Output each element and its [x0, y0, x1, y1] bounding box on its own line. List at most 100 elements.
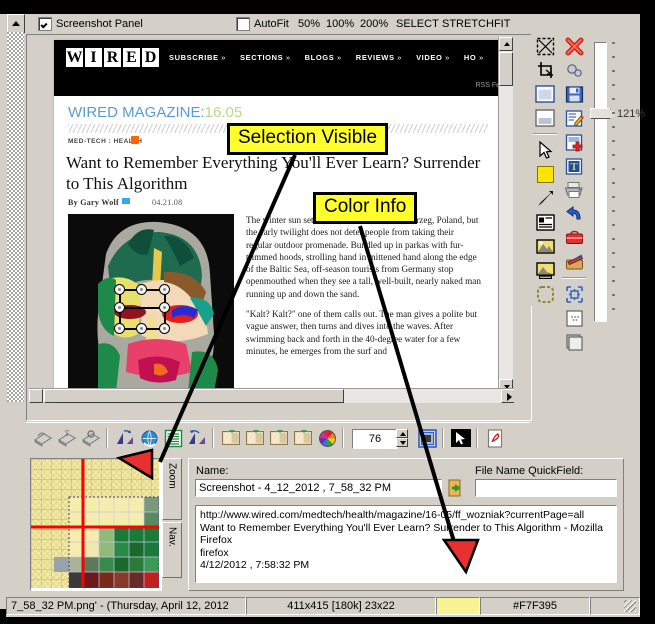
flip-vertical-icon[interactable] [186, 427, 208, 449]
email-icon[interactable] [122, 198, 131, 204]
scrollbar-up-button[interactable] [499, 37, 513, 51]
image-resize-icon[interactable] [532, 258, 558, 282]
frame-icon[interactable] [416, 427, 438, 449]
screenshot-panel-checkbox[interactable] [38, 17, 52, 31]
resize-canvas-icon[interactable] [561, 282, 587, 306]
window-half-icon[interactable] [532, 106, 558, 130]
zoom-preset-100[interactable]: 100% [326, 18, 354, 30]
tab-zoom[interactable]: Zoom [162, 458, 182, 520]
autofit-checkbox[interactable] [236, 17, 250, 31]
zoom-slider-thumb[interactable] [590, 108, 616, 119]
status-dimensions: 411x415 [180k] 23x22 [246, 597, 436, 615]
nav-sections[interactable]: SECTIONS [240, 53, 291, 62]
nav-subscribe[interactable]: SUBSCRIBE [169, 53, 226, 62]
nav-blogs[interactable]: BLOGS [305, 53, 342, 62]
scroll-up-button[interactable] [7, 14, 25, 33]
undo-icon[interactable] [561, 202, 587, 226]
name-label: Name: [196, 465, 229, 477]
thumbnail-nav-panel[interactable] [30, 458, 162, 591]
selection-handle-sw[interactable] [114, 323, 125, 334]
left-checker-strip [7, 32, 24, 402]
paintbox-icon[interactable] [561, 250, 587, 274]
color-swatch-icon[interactable] [532, 162, 558, 186]
article-byline: By Gary Wolf 04.21.08 [68, 198, 182, 207]
logo-letter-d: D [142, 48, 159, 67]
new-window-icon[interactable] [561, 330, 587, 354]
save-disk-icon[interactable] [561, 82, 587, 106]
image-copy-1-icon[interactable] [220, 427, 242, 449]
viewport-vertical-scrollbar[interactable] [498, 37, 513, 393]
selection-handle-e[interactable] [159, 302, 170, 313]
pointer-tool-icon[interactable] [532, 138, 558, 162]
toolbar-separator [533, 133, 557, 135]
globe-refresh-icon[interactable] [138, 427, 160, 449]
viewport-horizontal-scrollbar[interactable] [29, 388, 514, 403]
mid-separator-2 [212, 428, 214, 448]
selection-handle-n[interactable] [136, 284, 147, 295]
selection-handle-nw[interactable] [114, 284, 125, 295]
arrow-tool-icon[interactable] [532, 186, 558, 210]
dotted-square-icon[interactable] [561, 306, 587, 330]
scrollbar-left-button[interactable] [29, 389, 43, 403]
nav-reviews[interactable]: REVIEWS [356, 53, 402, 62]
nav-panel-tabs: Zoom Nav. [162, 458, 184, 589]
image-copy-4-icon[interactable] [292, 427, 314, 449]
image-copy-3-icon[interactable] [268, 427, 290, 449]
rss-icon[interactable] [131, 136, 139, 144]
image-icon[interactable] [532, 234, 558, 258]
quickfield-input[interactable] [475, 479, 617, 497]
triangle-up-icon [399, 432, 406, 436]
selection-handle-se[interactable] [159, 323, 170, 334]
settings-gears-icon[interactable] [561, 58, 587, 82]
screenshot-viewport[interactable]: W I R E D SUBSCRIBE SECTIONS BLOGS REVIEWS V… [26, 34, 532, 421]
details-textarea[interactable]: http://www.wired.com/medtech/health/maga… [195, 505, 617, 583]
scan-icon[interactable] [32, 427, 54, 449]
zoom-slider-group[interactable]: 121% [590, 36, 645, 326]
selection-handles-group[interactable] [114, 284, 170, 336]
byline-author: By Gary Wolf [68, 198, 120, 207]
close-red-x-icon[interactable] [561, 34, 587, 58]
scrollbar-thumb[interactable] [499, 52, 513, 86]
status-color-hex: #F7F395 [480, 597, 590, 615]
hscrollbar-thumb[interactable] [44, 389, 344, 403]
toolbox-icon[interactable] [561, 226, 587, 250]
cursor-capture-icon[interactable] [450, 427, 472, 449]
scan-object-icon[interactable] [80, 427, 102, 449]
application-window: Screenshot Panel AutoFit 50% 100% 200% S… [0, 14, 645, 617]
zoom-preset-200[interactable]: 200% [360, 18, 388, 30]
zoom-preset-select[interactable]: SELECT [396, 18, 439, 30]
article-photo [68, 214, 234, 392]
nav-howto[interactable]: HO [464, 53, 484, 62]
edit-pencil-icon[interactable] [561, 106, 587, 130]
scrollbar-right-button[interactable] [501, 389, 514, 403]
name-transfer-button[interactable] [447, 479, 465, 497]
selection-handle-s[interactable] [136, 323, 147, 334]
quality-spinner-up[interactable] [396, 429, 408, 438]
name-input[interactable]: Screenshot - 4_12_2012 , 7_58_32 PM [195, 479, 442, 497]
quality-value-input[interactable]: 76 [352, 429, 398, 449]
status-resize-cell[interactable] [590, 597, 640, 615]
zoom-preset-50[interactable]: 50% [298, 18, 320, 30]
text-block-icon[interactable] [532, 210, 558, 234]
selection-handle-w[interactable] [114, 302, 125, 313]
flip-horizontal-icon[interactable] [114, 427, 136, 449]
crop-icon[interactable] [532, 58, 558, 82]
selection-dashed-icon[interactable] [532, 282, 558, 306]
nav-video[interactable]: VIDEO [416, 53, 450, 62]
window-full-icon[interactable] [532, 82, 558, 106]
pdf-icon[interactable] [484, 427, 506, 449]
add-page-icon[interactable] [561, 130, 587, 154]
scan-text-icon[interactable]: T [56, 427, 78, 449]
quality-spinner-down[interactable] [396, 438, 408, 447]
select-all-icon[interactable] [532, 34, 558, 58]
text-tool-icon[interactable]: T [561, 154, 587, 178]
zoom-preset-stretchfit[interactable]: STRETCHFIT [442, 18, 510, 30]
color-wheel-icon[interactable] [316, 427, 338, 449]
print-icon[interactable] [561, 178, 587, 202]
text-lines-icon[interactable] [162, 427, 184, 449]
selection-handle-ne[interactable] [159, 284, 170, 295]
zoom-slider-track[interactable] [594, 42, 607, 322]
resize-grip-icon[interactable] [624, 600, 636, 612]
image-copy-2-icon[interactable] [244, 427, 266, 449]
tab-nav[interactable]: Nav. [162, 522, 182, 578]
